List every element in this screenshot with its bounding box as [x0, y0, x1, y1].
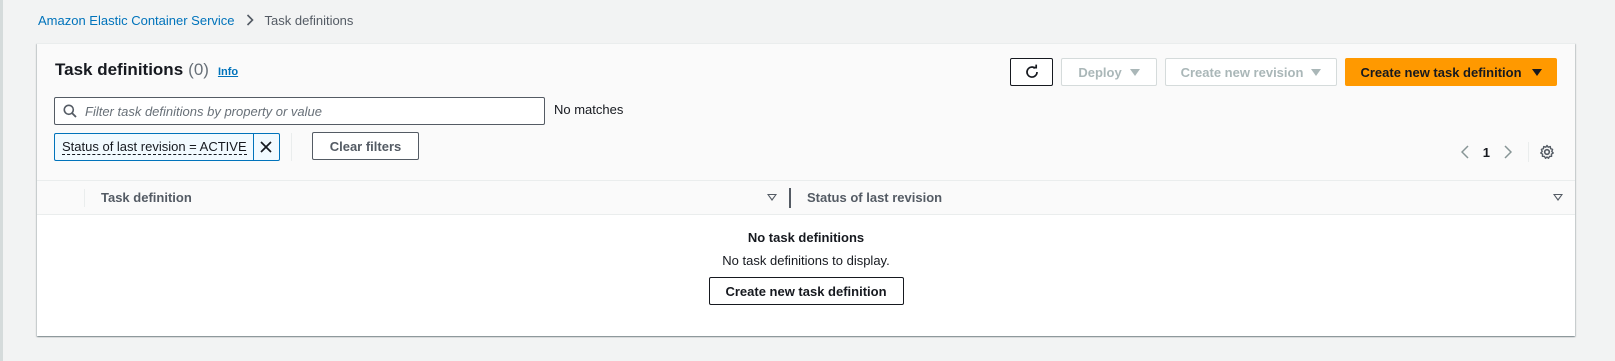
sort-icon[interactable] — [767, 194, 777, 201]
empty-state: No task definitions No task definitions … — [37, 230, 1575, 305]
column-header-task-definition[interactable]: Task definition — [101, 190, 192, 205]
column-header-status[interactable]: Status of last revision — [807, 190, 942, 205]
create-task-definition-button[interactable]: Create new task definition — [1345, 58, 1557, 86]
page-left-edge — [0, 0, 3, 361]
column-resize-handle[interactable] — [789, 188, 791, 208]
filter-search-box — [54, 97, 545, 125]
deploy-button-label: Deploy — [1078, 64, 1122, 80]
refresh-icon — [1024, 64, 1040, 80]
pagination: 1 — [1455, 142, 1555, 162]
next-page-button[interactable] — [1498, 145, 1518, 159]
empty-create-task-definition-button[interactable]: Create new task definition — [708, 277, 904, 305]
page-number[interactable]: 1 — [1483, 145, 1490, 160]
caret-down-icon — [1531, 68, 1542, 76]
breadcrumb: Amazon Elastic Container Service Task de… — [38, 11, 353, 29]
task-definitions-panel: Task definitions (0) Info Deploy Create … — [37, 43, 1575, 336]
caret-down-icon — [1311, 68, 1322, 76]
close-icon — [260, 141, 272, 153]
create-new-revision-label: Create new revision — [1180, 64, 1304, 80]
create-new-revision-button[interactable]: Create new revision — [1165, 58, 1337, 86]
table-header: Task definition Status of last revision — [37, 181, 1575, 215]
gear-icon[interactable] — [1539, 144, 1555, 160]
filter-match-status: No matches — [554, 102, 624, 117]
breadcrumb-current: Task definitions — [264, 12, 354, 28]
caret-down-icon — [1129, 68, 1140, 76]
filter-token-label-wrap[interactable]: Status of last revision = ACTIVE — [55, 134, 253, 160]
page-title: Task definitions — [55, 60, 184, 79]
pagination-divider — [1528, 142, 1529, 162]
header-actions: Deploy Create new revision Create new ta… — [1010, 58, 1557, 86]
filter-token-label: Status of last revision = ACTIVE — [62, 139, 247, 155]
search-icon — [55, 104, 85, 118]
empty-state-description: No task definitions to display. — [722, 253, 890, 268]
column-divider — [84, 189, 85, 207]
sort-icon[interactable] — [1553, 194, 1563, 201]
filter-divider — [291, 133, 292, 161]
panel-header: Task definitions (0) Info Deploy Create … — [37, 44, 1575, 181]
chevron-right-icon — [241, 14, 259, 26]
item-count: (0) — [188, 60, 209, 79]
empty-state-title: No task definitions — [747, 230, 865, 245]
previous-page-button[interactable] — [1455, 145, 1475, 159]
remove-filter-button[interactable] — [252, 134, 279, 160]
create-task-definition-label: Create new task definition — [1360, 64, 1522, 80]
clear-filters-button[interactable]: Clear filters — [312, 132, 419, 160]
breadcrumb-link-ecs[interactable]: Amazon Elastic Container Service — [38, 13, 235, 28]
refresh-button[interactable] — [1010, 58, 1053, 86]
filter-token: Status of last revision = ACTIVE — [54, 133, 280, 161]
info-link[interactable]: Info — [218, 66, 238, 78]
filter-input[interactable] — [85, 103, 535, 119]
deploy-button[interactable]: Deploy — [1061, 58, 1157, 86]
panel-title-row: Task definitions (0) Info — [55, 60, 238, 80]
